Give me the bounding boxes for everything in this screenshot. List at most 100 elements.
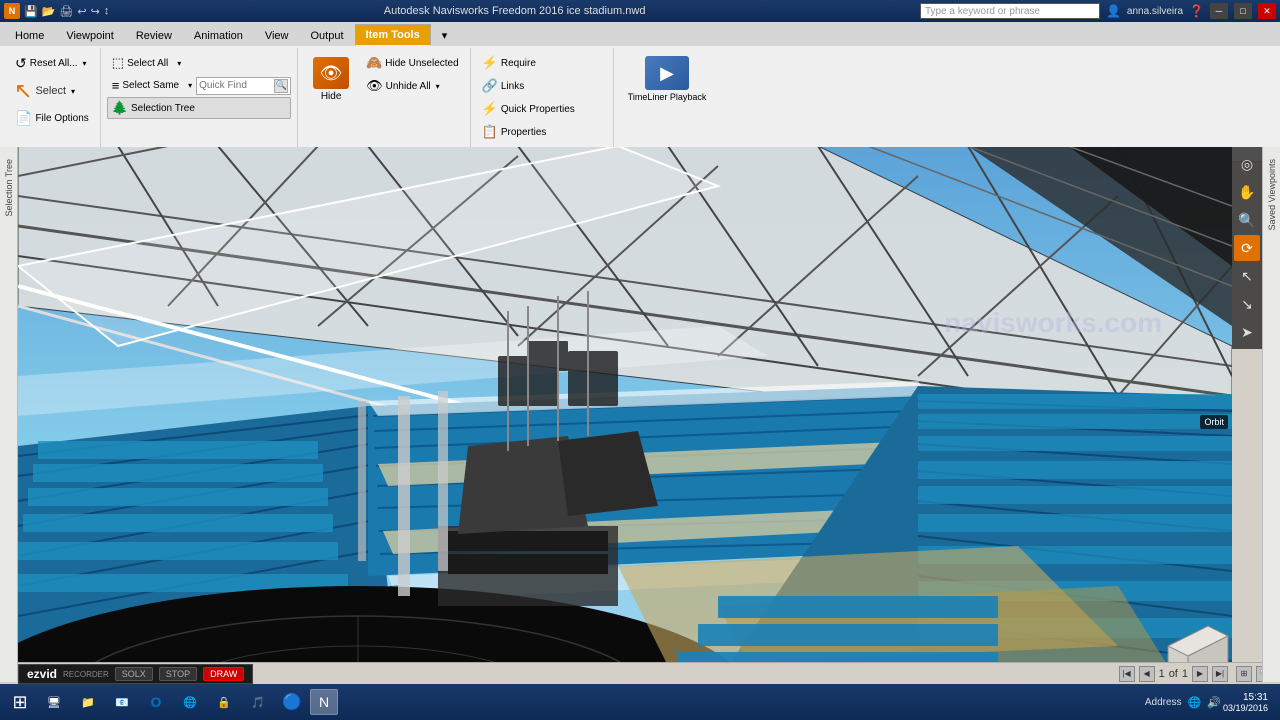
ezvid-stop-button[interactable]: STOP xyxy=(159,667,197,681)
undo-icon[interactable]: ↩ xyxy=(77,5,86,18)
sidebar-tab-selection-tree[interactable]: Selection Tree xyxy=(2,151,16,225)
main-viewport[interactable]: FRONT navisworks.com xyxy=(18,147,1232,680)
close-button[interactable]: ✕ xyxy=(1258,3,1276,19)
select-all-button[interactable]: ⬚ Select All xyxy=(107,52,173,74)
select-dropdown-arrow[interactable]: ▾ xyxy=(71,87,75,96)
taskbar-app-security[interactable]: 🔒 xyxy=(208,687,240,717)
selection-tree-icon: 🌲 xyxy=(112,100,128,116)
navisworks-logo: N xyxy=(4,3,20,19)
group-display: ⚡ Require 🔗 Links ⚡ Quick Properties 📋 P… xyxy=(471,48,614,159)
look-tool-button[interactable]: ◎ xyxy=(1234,151,1260,177)
reset-icon: ↺ xyxy=(15,55,27,72)
time-display: 15:31 xyxy=(1223,692,1268,703)
quick-find-input[interactable] xyxy=(199,80,274,91)
group-tools: ▶ TimeLiner Playback Tools xyxy=(614,48,721,159)
timeliner-playback-button[interactable]: ▶ TimeLiner Playback xyxy=(620,52,715,106)
tab-output[interactable]: Output xyxy=(300,24,355,46)
keyword-search[interactable]: Type a keyword or phrase xyxy=(920,3,1100,19)
window-title: Autodesk Navisworks Freedom 2016 ice sta… xyxy=(109,5,920,17)
print-icon[interactable]: 🖨 xyxy=(59,5,73,18)
help-icon[interactable]: ❓ xyxy=(1189,4,1204,18)
ribbon-tab-bar: Home Viewpoint Review Animation View Out… xyxy=(0,22,1280,46)
properties-icon: 📋 xyxy=(482,124,498,140)
taskbar-app-browser[interactable]: 🌐 xyxy=(174,687,206,717)
tab-view[interactable]: View xyxy=(254,24,300,46)
selection-tree-button[interactable]: 🌲 Selection Tree xyxy=(107,97,291,119)
maximize-button[interactable]: □ xyxy=(1234,3,1252,19)
taskbar-app-media[interactable]: 🎵 xyxy=(242,687,274,717)
hide-unselected-button[interactable]: 🙈 Hide Unselected xyxy=(361,52,464,74)
require-icon: ⚡ xyxy=(482,55,498,71)
tab-animation[interactable]: Animation xyxy=(183,24,254,46)
taskbar-app-mail[interactable]: 📧 xyxy=(106,687,138,717)
page-of-label: of xyxy=(1169,668,1178,680)
last-page-button[interactable]: ▶| xyxy=(1212,666,1228,682)
links-icon: 🔗 xyxy=(482,78,498,94)
file-options-icon: 📄 xyxy=(15,110,32,127)
ezvid-solx-button[interactable]: SOLX xyxy=(115,667,153,681)
tab-home[interactable]: Home xyxy=(4,24,55,46)
select-all-icon: ⬚ xyxy=(112,55,124,71)
sidebar-tab-saved-viewpoints[interactable]: Saved Viewpoints xyxy=(1265,151,1279,238)
select-same-button[interactable]: ≡ Select Same xyxy=(107,75,184,96)
tab-viewpoint[interactable]: Viewpoint xyxy=(55,24,125,46)
select-tool-button[interactable]: ↖ xyxy=(1234,263,1260,289)
titlebar: N 💾 📂 🖨 ↩ ↪ ↕ Autodesk Navisworks Freedo… xyxy=(0,0,1280,22)
date-display: 03/19/2016 xyxy=(1223,703,1268,713)
ribbon: Home Viewpoint Review Animation View Out… xyxy=(0,22,1280,162)
redo-icon[interactable]: ↪ xyxy=(91,5,100,18)
quick-find-search-button[interactable]: 🔍 xyxy=(274,79,288,93)
file-options-button[interactable]: 📄 File Options xyxy=(10,107,94,130)
address-label: Address xyxy=(1145,697,1182,708)
unhide-all-icon: 👁 xyxy=(366,78,383,94)
links-button[interactable]: 🔗 Links xyxy=(477,75,607,97)
tab-review[interactable]: Review xyxy=(125,24,183,46)
taskbar-navisworks-app[interactable]: N xyxy=(310,689,338,715)
page-total: 1 xyxy=(1182,668,1188,680)
fit-window-button[interactable]: ⊞ xyxy=(1236,666,1252,682)
require-button[interactable]: ⚡ Require xyxy=(477,52,607,74)
prev-page-button[interactable]: ◀ xyxy=(1139,666,1155,682)
open-icon[interactable]: 📂 xyxy=(42,5,56,18)
quick-properties-button[interactable]: ⚡ Quick Properties xyxy=(477,98,607,120)
zoom-tool-button[interactable]: 🔍 xyxy=(1234,207,1260,233)
username: anna.silveira xyxy=(1127,6,1183,17)
tab-more[interactable]: ▾ xyxy=(431,24,459,46)
select-same-icon: ≡ xyxy=(112,78,120,93)
unhide-all-button[interactable]: 👁 Unhide All ▾ xyxy=(361,75,464,97)
next-page-button[interactable]: ▶ xyxy=(1192,666,1208,682)
first-page-button[interactable]: |◀ xyxy=(1119,666,1135,682)
arrow-tool-button[interactable]: ➤ xyxy=(1234,319,1260,345)
quick-find-container: 🔍 xyxy=(196,77,291,95)
taskbar: ⊞ 🖥 📁 📧 O 🌐 🔒 🎵 🔵 N Address 🌐 🔊 15:31 03… xyxy=(0,684,1280,720)
ribbon-content: ↺ Reset All... ▾ ↖ Select ▾ 📄 File Optio… xyxy=(0,46,1280,161)
group-project: ↺ Reset All... ▾ ↖ Select ▾ 📄 File Optio… xyxy=(4,48,101,159)
ezvid-recorder: ezvid RECORDER SOLX STOP DRAW xyxy=(18,664,253,684)
start-button[interactable]: ⊞ xyxy=(4,687,36,717)
reset-all-button[interactable]: ↺ Reset All... ▾ xyxy=(10,52,94,75)
hide-icon: 👁 xyxy=(313,57,349,89)
taskbar-app-outlook[interactable]: O xyxy=(140,687,172,717)
app-icon: N 💾 📂 🖨 ↩ ↪ ↕ xyxy=(4,3,109,19)
left-sidebar: Selection Tree xyxy=(0,147,18,682)
unhide-dropdown[interactable]: ▾ xyxy=(436,82,440,91)
hide-button[interactable]: 👁 Hide xyxy=(304,52,358,107)
taskbar-app-files[interactable]: 📁 xyxy=(72,687,104,717)
ezvid-draw-button[interactable]: DRAW xyxy=(203,667,244,681)
minimize-button[interactable]: ─ xyxy=(1210,3,1228,19)
taskbar-app-unknown[interactable]: 🔵 xyxy=(276,687,308,717)
select-all-dropdown[interactable]: ▾ xyxy=(177,59,181,68)
quick-props-icon: ⚡ xyxy=(482,101,498,117)
taskbar-clock: 15:31 03/19/2016 xyxy=(1223,692,1276,713)
orbit-tool-button[interactable]: ⟳ xyxy=(1234,235,1260,261)
user-icon: 👤 xyxy=(1106,4,1121,18)
select-same-dropdown[interactable]: ▾ xyxy=(188,81,192,90)
select2-tool-button[interactable]: ↘ xyxy=(1234,291,1260,317)
stadium-viewport: FRONT xyxy=(18,147,1232,680)
tab-item-tools[interactable]: Item Tools xyxy=(355,24,431,46)
save-icon[interactable]: 💾 xyxy=(24,5,38,18)
page-navigation: |◀ ◀ 1 of 1 ▶ ▶| xyxy=(1119,666,1228,682)
taskbar-app-explorer[interactable]: 🖥 xyxy=(38,687,70,717)
properties-button[interactable]: 📋 Properties xyxy=(477,121,607,143)
pan-tool-button[interactable]: ✋ xyxy=(1234,179,1260,205)
